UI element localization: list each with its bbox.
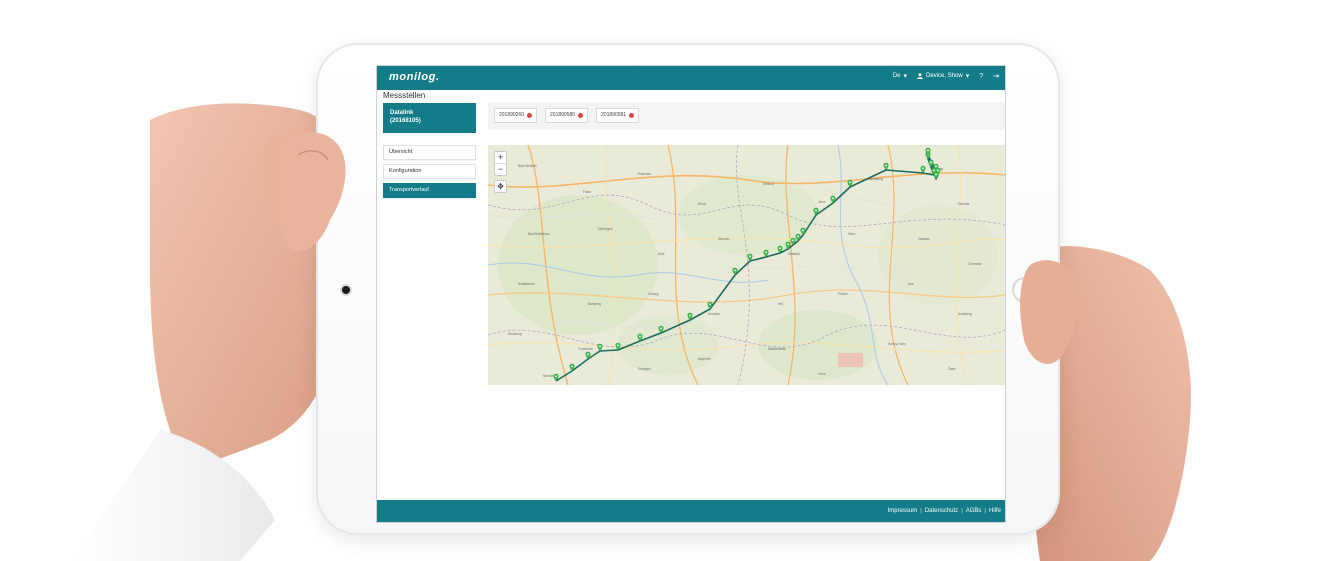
top-nav: De ▾ Device, Show ▾ ? ⇥	[893, 72, 999, 81]
device-id: (20168105)	[390, 118, 421, 124]
footer-separator: |	[920, 508, 922, 514]
sidebar: Datalink (20168105) Übersicht Konfigurat…	[383, 103, 476, 198]
sidebar-item-label: Transportverlauf	[389, 187, 429, 193]
svg-text:Bad Hersfeld: Bad Hersfeld	[518, 164, 537, 168]
svg-text:Coburg: Coburg	[648, 292, 659, 296]
sidebar-item-label: Konfiguration	[389, 168, 422, 174]
route-map[interactable]: Bad Hersfeld Fulda Eisenach Erfurt Weima…	[488, 145, 1005, 385]
sidebar-item-konfiguration[interactable]: Konfiguration	[383, 164, 476, 179]
svg-text:Aue: Aue	[908, 282, 914, 286]
user-menu[interactable]: Device, Show ▾	[917, 72, 969, 80]
right-thumb-image	[1020, 260, 1078, 364]
svg-text:Gera: Gera	[848, 232, 855, 236]
locate-button[interactable]: ✥	[494, 180, 507, 193]
zoom-in-button[interactable]: +	[495, 152, 506, 164]
user-icon	[917, 73, 924, 79]
app-logo[interactable]: monilog.	[389, 71, 440, 83]
chevron-down-icon: ▾	[903, 73, 908, 80]
alert-badge-icon	[578, 113, 584, 118]
svg-text:Kronach: Kronach	[708, 312, 720, 316]
svg-text:Cheb: Cheb	[818, 372, 826, 376]
svg-text:Karlovy Vary: Karlovy Vary	[888, 342, 906, 346]
device-card[interactable]: Datalink (20168105)	[383, 103, 476, 133]
svg-text:Ilmenau: Ilmenau	[718, 237, 730, 241]
svg-text:Saalfeld: Saalfeld	[788, 252, 800, 256]
svg-text:Würzburg: Würzburg	[508, 332, 522, 336]
left-thumb-image	[276, 132, 346, 251]
forest-area	[758, 310, 878, 380]
help-icon: ?	[979, 72, 984, 80]
forest-area	[678, 175, 818, 255]
tab-shipment[interactable]: 201890260	[494, 108, 538, 123]
svg-text:Erfurt: Erfurt	[698, 202, 706, 206]
footer-separator: |	[984, 508, 986, 514]
svg-text:Schweinfurt: Schweinfurt	[518, 282, 535, 286]
sidebar-item-uebersicht[interactable]: Übersicht	[383, 145, 476, 160]
svg-text:Weimar: Weimar	[763, 182, 775, 186]
restricted-area	[838, 353, 863, 367]
top-navbar: monilog. De ▾ Device, Show ▾ ? ⇥	[377, 66, 1005, 90]
svg-text:Hof: Hof	[778, 302, 783, 306]
forest-area	[878, 205, 998, 305]
svg-text:Plauen: Plauen	[838, 292, 848, 296]
footer: Impressum | Datenschutz | AGBs | Hilfe	[377, 500, 1005, 522]
device-title: Datalink	[390, 110, 414, 116]
chevron-down-icon: ▾	[965, 73, 970, 80]
footer-separator: |	[961, 508, 963, 514]
svg-text:Suhl: Suhl	[658, 252, 665, 256]
footer-links: Impressum | Datenschutz | AGBs | Hilfe	[888, 508, 1001, 514]
svg-text:Bamberg: Bamberg	[588, 302, 601, 306]
user-name: Device, Show	[926, 73, 963, 79]
svg-text:Eisenach: Eisenach	[638, 172, 651, 176]
svg-text:Chemnitz: Chemnitz	[968, 262, 982, 266]
sidebar-item-transportverlauf[interactable]: Transportverlauf	[383, 183, 476, 198]
svg-text:Žatec: Žatec	[948, 366, 956, 371]
forest-area	[618, 315, 718, 375]
tab-label: 201890260	[499, 112, 525, 118]
alert-badge-icon	[527, 113, 533, 118]
svg-text:Meiningen: Meiningen	[598, 227, 613, 231]
svg-text:Erlangen: Erlangen	[638, 367, 651, 371]
footer-link-impressum[interactable]: Impressum	[888, 508, 918, 514]
app-screen: monilog. De ▾ Device, Show ▾ ? ⇥ Messste…	[377, 66, 1005, 522]
footer-link-hilfe[interactable]: Hilfe	[989, 508, 1001, 514]
page-title: Messstellen	[383, 91, 426, 100]
language-dropdown[interactable]: De ▾	[893, 72, 907, 80]
tab-label: 201890580	[550, 112, 576, 118]
svg-text:Jena: Jena	[818, 200, 825, 204]
language-label: De	[892, 73, 901, 79]
tab-label: 201890581	[601, 112, 627, 118]
logout-icon: ⇥	[993, 73, 999, 80]
sidebar-item-label: Übersicht	[389, 149, 413, 155]
svg-text:Forchheim: Forchheim	[578, 347, 593, 351]
svg-text:Marktredwitz: Marktredwitz	[768, 347, 786, 351]
tab-shipment[interactable]: 201890581	[596, 108, 640, 123]
map-canvas[interactable]: Bad Hersfeld Fulda Eisenach Erfurt Weima…	[488, 145, 1005, 385]
help-button[interactable]: ?	[979, 73, 983, 80]
footer-link-agbs[interactable]: AGBs	[966, 508, 982, 514]
footer-link-datenschutz[interactable]: Datenschutz	[925, 508, 958, 514]
svg-text:Zwickau: Zwickau	[918, 237, 930, 241]
svg-text:Annaberg: Annaberg	[958, 312, 972, 316]
zoom-out-button[interactable]: −	[495, 164, 506, 175]
logout-button[interactable]: ⇥	[993, 72, 999, 80]
zoom-control: + −	[494, 151, 507, 176]
stage: monilog. De ▾ Device, Show ▾ ? ⇥ Messste…	[0, 0, 1342, 561]
shipment-tabs-bar: 201890260 201890580 201890581	[488, 102, 1005, 130]
svg-text:Bad Brückenau: Bad Brückenau	[528, 232, 550, 236]
svg-text:Grimma: Grimma	[958, 202, 970, 206]
alert-badge-icon	[629, 113, 635, 118]
svg-text:Fulda: Fulda	[583, 190, 591, 194]
tab-shipment[interactable]: 201890580	[545, 108, 589, 123]
svg-text:Bayreuth: Bayreuth	[698, 357, 711, 361]
shipment-tabs: 201890260 201890580 201890581	[494, 108, 640, 123]
